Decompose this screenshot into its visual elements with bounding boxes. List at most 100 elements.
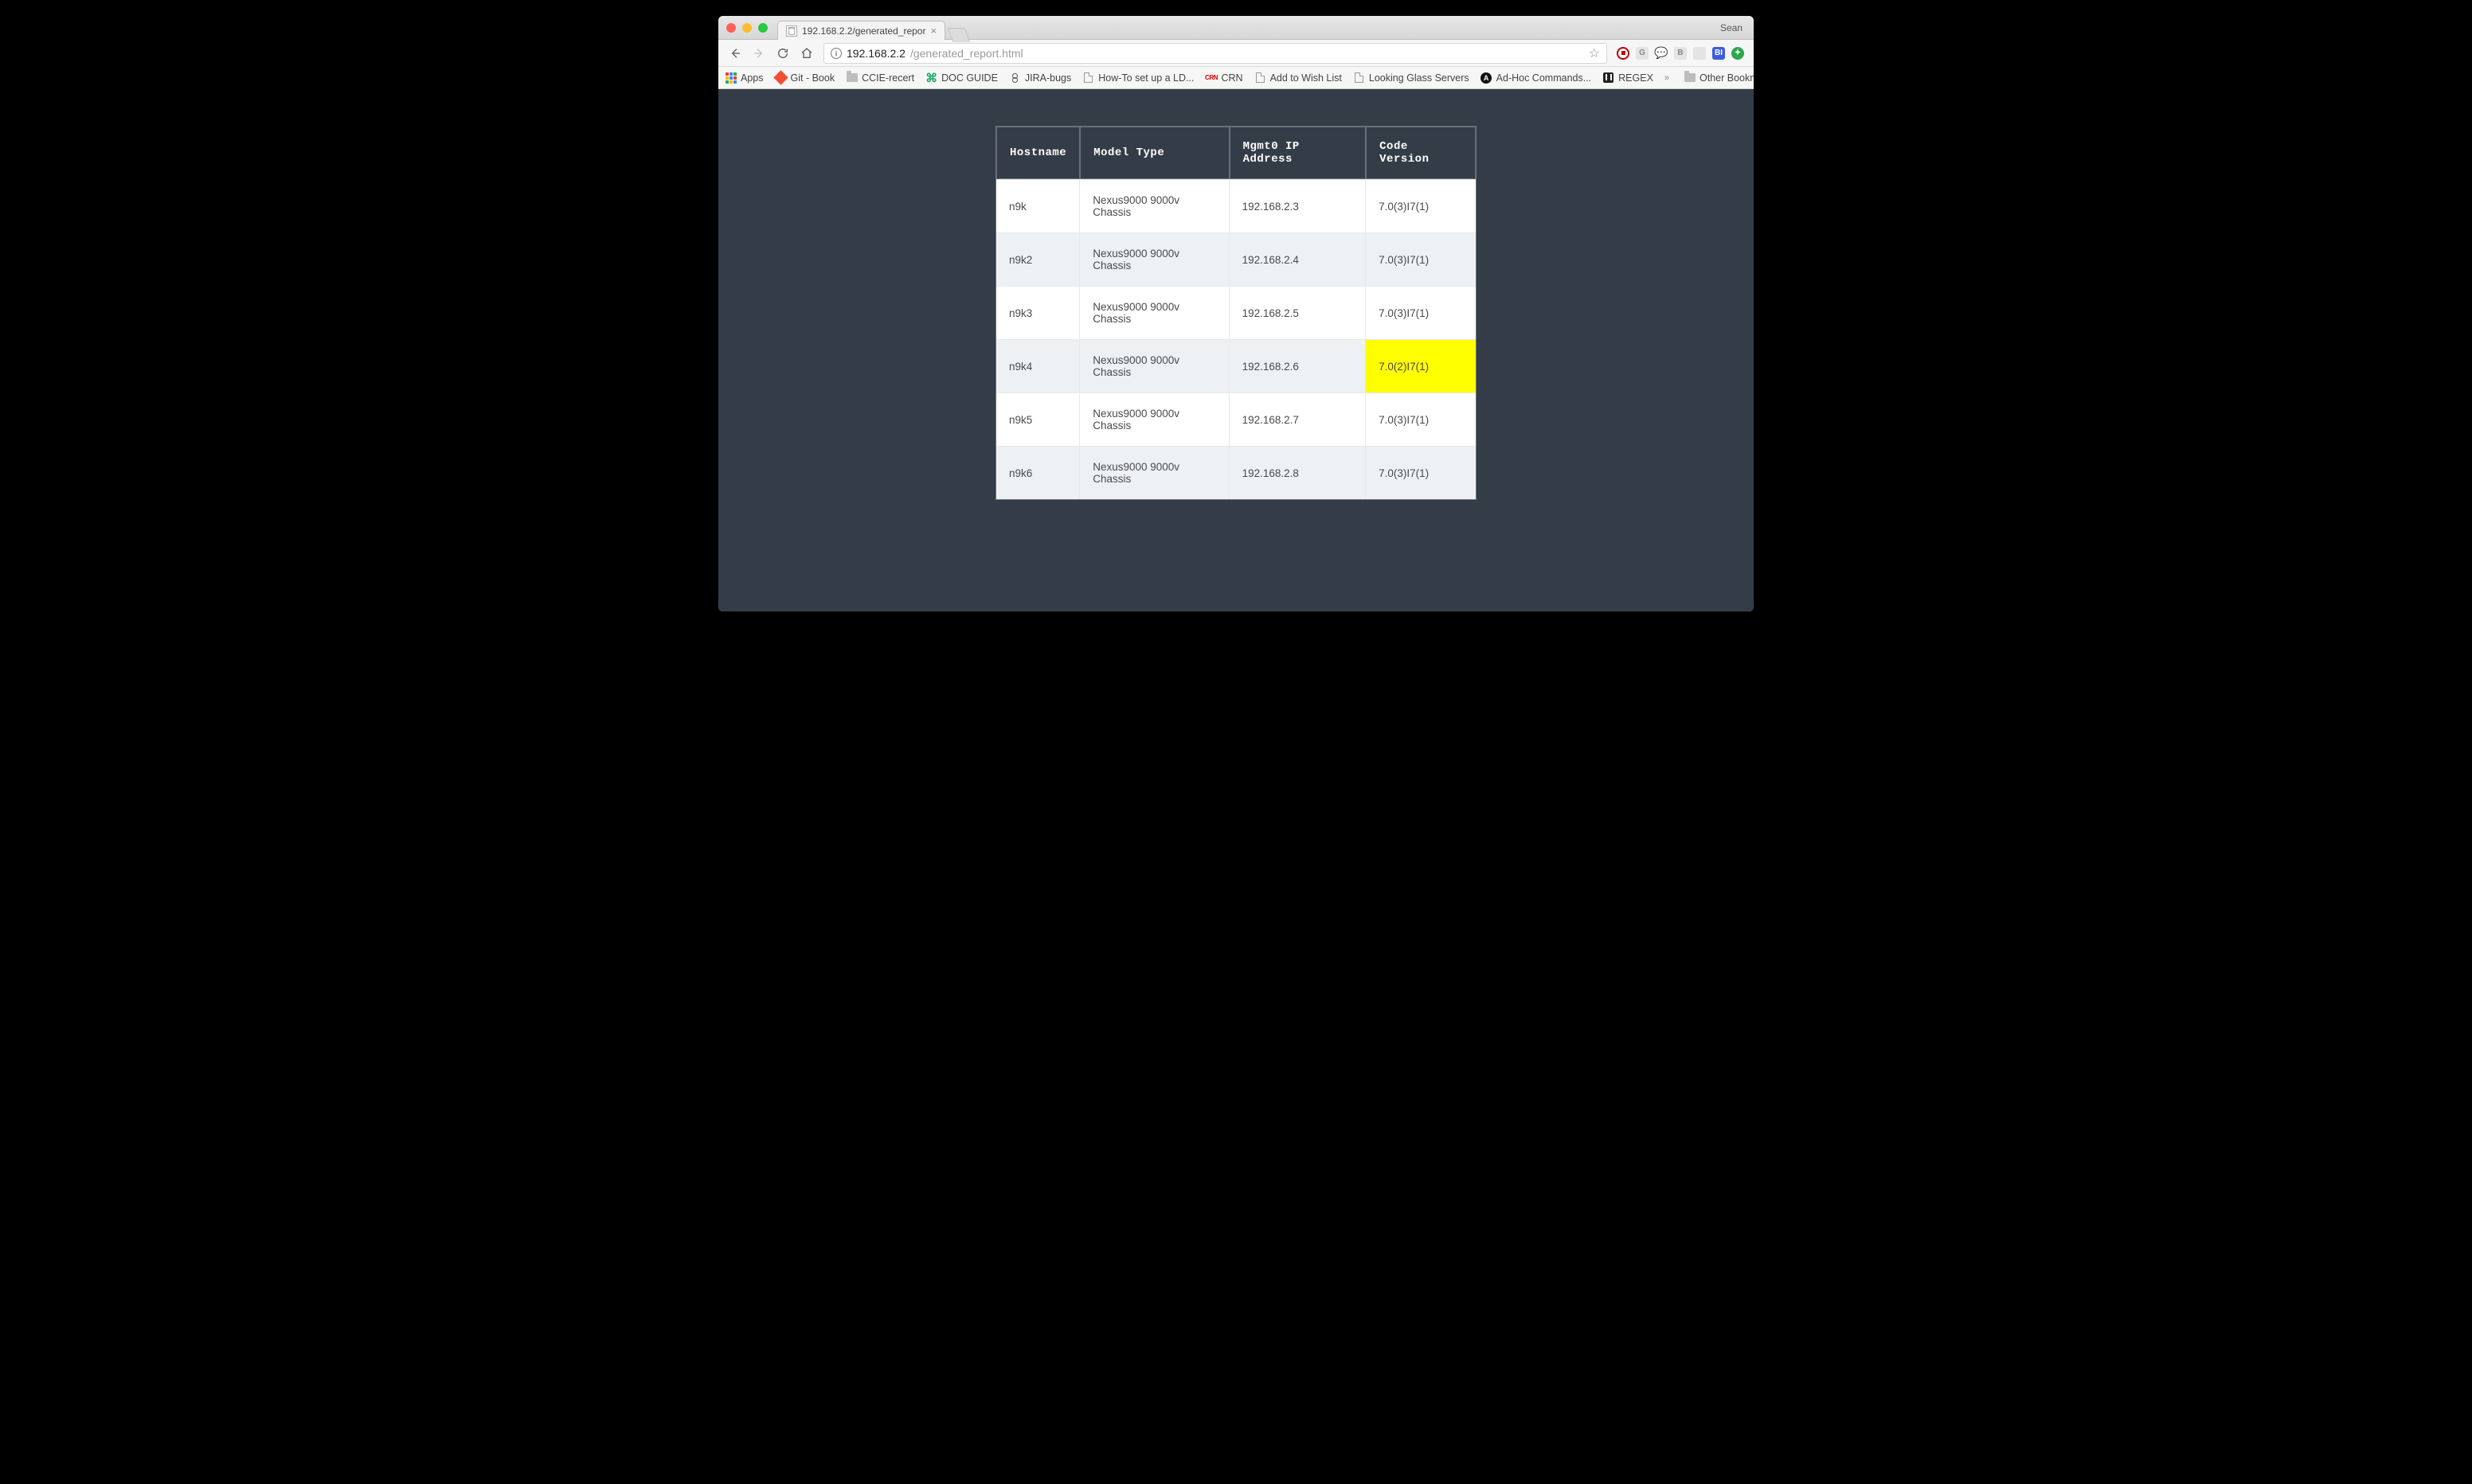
toolbar: i 192.168.2.2/generated_report.html ☆ G … xyxy=(718,40,1754,67)
bookmark-label: How-To set up a LD... xyxy=(1098,72,1194,84)
close-window-button[interactable] xyxy=(726,23,736,33)
table-header-row: Hostname Model Type Mgmt0 IP Address Cod… xyxy=(996,127,1476,179)
tab-title: 192.168.2.2/generated_repor xyxy=(802,25,925,37)
bookmark-apps[interactable]: Apps xyxy=(725,72,764,84)
url-host: 192.168.2.2 xyxy=(847,47,905,60)
bookmark-overflow-icon[interactable]: » xyxy=(1664,73,1672,83)
cell-version: 7.0(3)I7(1) xyxy=(1366,179,1476,232)
cell-mgmt: 192.168.2.4 xyxy=(1230,232,1367,286)
profile-label[interactable]: Sean xyxy=(1720,22,1746,33)
folder-icon xyxy=(1684,72,1696,84)
page-icon xyxy=(786,25,797,37)
extension-note-icon[interactable] xyxy=(1693,47,1706,60)
extension-g-icon[interactable]: G xyxy=(1636,47,1649,60)
docguide-icon: ⌘ xyxy=(925,72,937,84)
cell-version: 7.0(3)I7(1) xyxy=(1366,286,1476,339)
arrow-left-icon xyxy=(729,47,741,60)
table-row: n9k6Nexus9000 9000v Chassis192.168.2.87.… xyxy=(996,446,1476,499)
browser-tab[interactable]: 192.168.2.2/generated_repor × xyxy=(777,21,945,40)
cell-hostname: n9k3 xyxy=(996,286,1080,339)
bookmark-docguide[interactable]: ⌘ DOC GUIDE xyxy=(925,72,998,84)
tab-close-button[interactable]: × xyxy=(930,25,937,36)
reload-icon xyxy=(776,47,789,60)
ansible-icon: A xyxy=(1480,72,1492,84)
bookmark-label: DOC GUIDE xyxy=(941,72,998,84)
table-row: n9k5Nexus9000 9000v Chassis192.168.2.77.… xyxy=(996,392,1476,446)
report-table: Hostname Model Type Mgmt0 IP Address Cod… xyxy=(995,126,1477,500)
extension-green-icon[interactable]: ✦ xyxy=(1731,47,1744,60)
cell-model: Nexus9000 9000v Chassis xyxy=(1080,446,1229,499)
cell-model: Nexus9000 9000v Chassis xyxy=(1080,286,1229,339)
bookmark-label: CCIE-recert xyxy=(862,72,914,84)
bookmarks-bar: Apps Git - Book CCIE-recert ⌘ DOC GUIDE … xyxy=(718,67,1754,89)
cell-model: Nexus9000 9000v Chassis xyxy=(1080,232,1229,286)
bookmark-regex[interactable]: REGEX xyxy=(1602,72,1653,84)
forward-button[interactable] xyxy=(749,43,769,64)
extension-chat-icon[interactable]: 💬 xyxy=(1655,47,1668,60)
extension-bi-icon[interactable]: BI xyxy=(1712,47,1725,60)
bookmark-other[interactable]: Other Bookmarks xyxy=(1684,72,1754,84)
cell-mgmt: 192.168.2.5 xyxy=(1230,286,1367,339)
titlebar: 192.168.2.2/generated_repor × Sean xyxy=(718,16,1754,40)
bookmark-label: Other Bookmarks xyxy=(1699,72,1754,84)
address-bar[interactable]: i 192.168.2.2/generated_report.html ☆ xyxy=(823,43,1607,64)
page-icon xyxy=(1353,72,1365,84)
bookmark-ccie[interactable]: CCIE-recert xyxy=(846,72,914,84)
table-row: n9kNexus9000 9000v Chassis192.168.2.37.0… xyxy=(996,179,1476,232)
folder-icon xyxy=(846,72,858,84)
cell-model: Nexus9000 9000v Chassis xyxy=(1080,339,1229,392)
cell-mgmt: 192.168.2.7 xyxy=(1230,392,1367,446)
home-icon xyxy=(800,47,813,60)
url-path: /generated_report.html xyxy=(910,47,1023,60)
reload-button[interactable] xyxy=(772,43,793,64)
back-button[interactable] xyxy=(725,43,745,64)
home-button[interactable] xyxy=(796,43,817,64)
page-icon xyxy=(1082,72,1094,84)
cell-hostname: n9k4 xyxy=(996,339,1080,392)
bookmark-wishlist[interactable]: Add to Wish List xyxy=(1254,72,1342,84)
extension-b-icon[interactable]: B xyxy=(1674,47,1687,60)
page-icon xyxy=(1254,72,1266,84)
cell-mgmt: 192.168.2.8 xyxy=(1230,446,1367,499)
cell-version: 7.0(3)I7(1) xyxy=(1366,392,1476,446)
table-row: n9k2Nexus9000 9000v Chassis192.168.2.47.… xyxy=(996,232,1476,286)
cell-version: 7.0(2)I7(1) xyxy=(1366,339,1476,392)
site-info-icon[interactable]: i xyxy=(831,48,842,59)
bookmark-label: Git - Book xyxy=(791,72,835,84)
tabstrip: 192.168.2.2/generated_repor × xyxy=(777,16,968,39)
cell-hostname: n9k2 xyxy=(996,232,1080,286)
cell-version: 7.0(3)I7(1) xyxy=(1366,446,1476,499)
bookmark-star-icon[interactable]: ☆ xyxy=(1589,45,1600,61)
bookmark-label: REGEX xyxy=(1618,72,1653,84)
cell-hostname: n9k xyxy=(996,179,1080,232)
bookmark-label: Apps xyxy=(741,72,764,84)
bookmark-jira[interactable]: JIRA-bugs xyxy=(1009,72,1071,84)
bookmark-label: Add to Wish List xyxy=(1270,72,1342,84)
bookmark-howto[interactable]: How-To set up a LD... xyxy=(1082,72,1194,84)
bookmark-glass[interactable]: Looking Glass Servers xyxy=(1353,72,1469,84)
regex-icon xyxy=(1602,72,1614,84)
browser-window: 192.168.2.2/generated_repor × Sean i 192… xyxy=(718,16,1754,611)
page-content: Hostname Model Type Mgmt0 IP Address Cod… xyxy=(718,89,1754,611)
cell-hostname: n9k6 xyxy=(996,446,1080,499)
maximize-window-button[interactable] xyxy=(758,23,768,33)
table-row: n9k3Nexus9000 9000v Chassis192.168.2.57.… xyxy=(996,286,1476,339)
bookmark-label: Ad-Hoc Commands... xyxy=(1496,72,1591,84)
extension-icons: G 💬 B BI ✦ xyxy=(1613,47,1747,60)
cell-model: Nexus9000 9000v Chassis xyxy=(1080,179,1229,232)
bookmark-adhoc[interactable]: A Ad-Hoc Commands... xyxy=(1480,72,1591,84)
arrow-right-icon xyxy=(753,47,765,60)
col-mgmt: Mgmt0 IP Address xyxy=(1230,127,1367,179)
ublock-icon[interactable] xyxy=(1617,47,1629,60)
git-icon xyxy=(775,72,787,84)
bookmark-label: CRN xyxy=(1221,72,1242,84)
bookmark-label: JIRA-bugs xyxy=(1025,72,1071,84)
cell-mgmt: 192.168.2.3 xyxy=(1230,179,1367,232)
minimize-window-button[interactable] xyxy=(742,23,752,33)
crn-icon: CRN xyxy=(1205,72,1217,84)
bookmark-label: Looking Glass Servers xyxy=(1369,72,1469,84)
bookmark-crn[interactable]: CRN CRN xyxy=(1205,72,1242,84)
traffic-lights xyxy=(726,23,768,33)
apps-icon xyxy=(725,72,737,84)
bookmark-git[interactable]: Git - Book xyxy=(775,72,835,84)
